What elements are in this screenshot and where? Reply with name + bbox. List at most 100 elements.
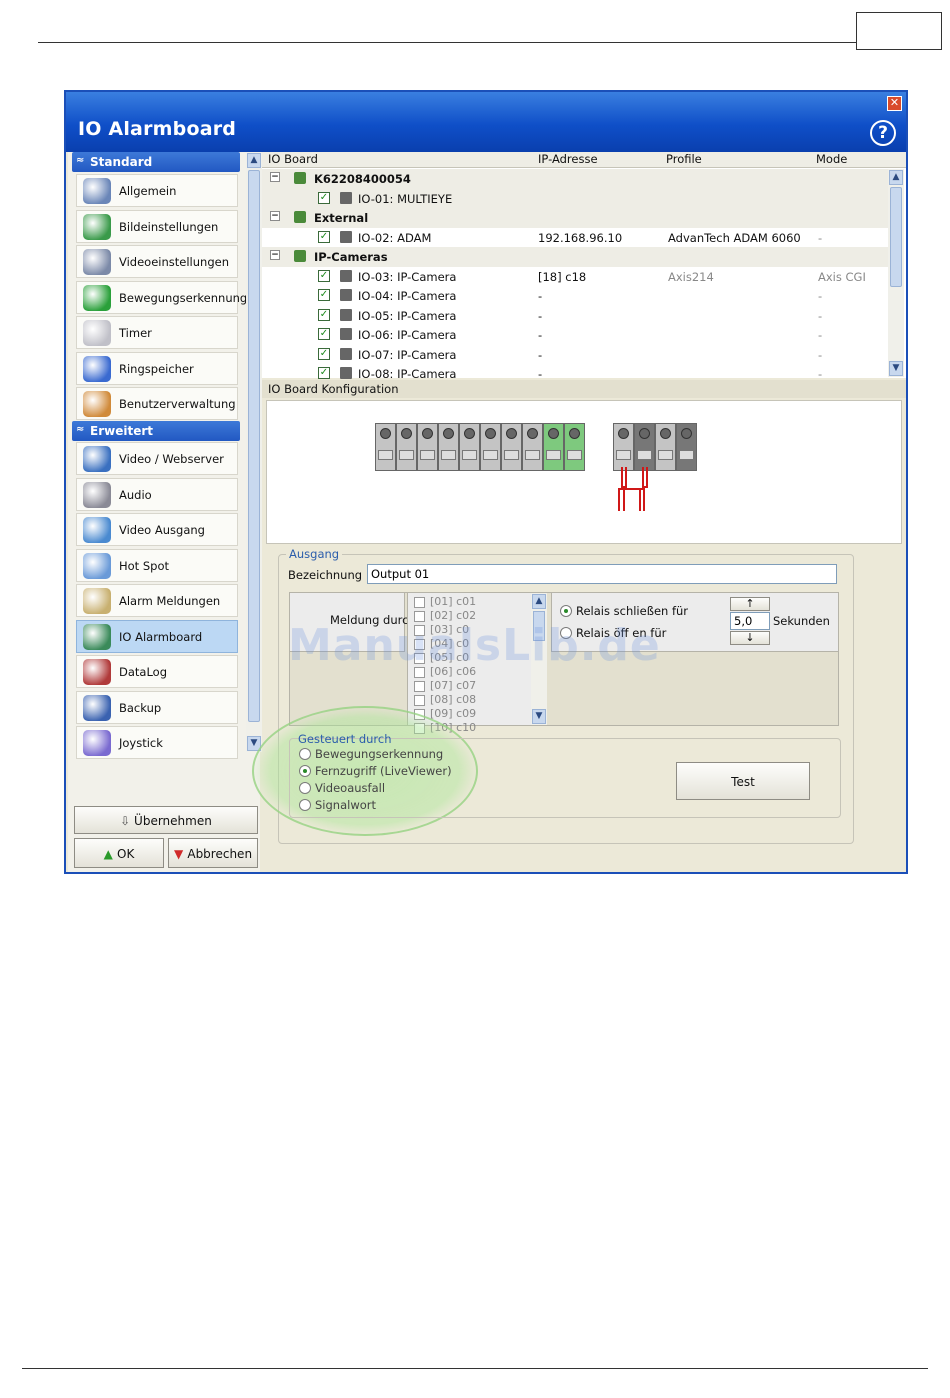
tree-item-row[interactable]: ✓ IO-01: MULTIEYE [262,188,888,208]
sidebar-item[interactable]: Benutzerverwaltung [76,387,238,420]
sidebar-item[interactable]: Timer [76,316,238,349]
title-bar: IO Alarmboard ✕ ? [66,92,906,152]
collapse-icon[interactable]: − [270,211,280,221]
controlled-by-radio[interactable] [299,765,311,777]
scroll-up-arrow-icon[interactable]: ▲ [532,594,546,609]
column-header-io-board[interactable]: IO Board [262,152,532,168]
camera-checkbox[interactable] [414,694,425,706]
column-header-mode[interactable]: Mode [810,152,906,168]
enabled-checkbox[interactable]: ✓ [318,269,330,282]
section-header-erweitert[interactable]: ≈ Erweitert [72,421,240,441]
tree-scrollbar[interactable]: ▲ ▼ [888,169,904,377]
network-icon [83,552,111,579]
section-label: Standard [90,155,153,169]
sidebar-item[interactable]: Bewegungserkennung [76,280,247,314]
test-button[interactable]: Test [676,762,810,800]
io-icon [340,328,352,340]
sidebar-item[interactable]: Alarm Meldungen [76,584,238,617]
scroll-thumb[interactable] [890,187,902,287]
tree-item-row[interactable]: ✓ IO-03: IP-Camera [18] c18 Axis214 Axis CGI [262,267,888,287]
tree-group-row[interactable]: − External [262,208,888,228]
sidebar-item[interactable]: Allgemein [76,174,238,207]
terminal-slot [462,450,477,460]
globe-icon [83,446,111,472]
controlled-by-radio[interactable] [299,748,311,760]
enabled-checkbox[interactable]: ✓ [318,308,330,321]
column-header-ip-address[interactable]: IP-Adresse [532,152,660,168]
sidebar-scrollbar[interactable]: ▲ ▼ [246,152,262,752]
camera-list-item[interactable]: [08] c08 [414,693,476,706]
camera-checkbox[interactable] [414,680,425,692]
terminal-slot [546,450,561,460]
terminal-block [375,423,396,471]
scroll-up-arrow-icon[interactable]: ▲ [889,170,903,185]
scroll-thumb[interactable] [248,170,260,722]
ok-button[interactable]: ▲ OK [74,838,164,868]
io-icon [340,191,352,204]
screw-icon [401,428,412,439]
camera-list-item[interactable]: [01] c01 [414,595,476,608]
tree-item-row[interactable]: ✓ IO-05: IP-Camera - - [262,306,888,326]
board-icon [294,250,306,262]
enabled-checkbox[interactable]: ✓ [318,347,330,360]
tree-item-row[interactable]: ✓ IO-06: IP-Camera - - [262,325,888,345]
terminal-block [655,423,676,471]
tree-name: K62208400054 [314,172,411,186]
sidebar-item[interactable]: Backup [76,690,238,724]
sidebar-item[interactable]: Joystick [76,726,238,759]
close-button[interactable]: ✕ [887,96,902,111]
enabled-checkbox[interactable]: ✓ [318,191,330,204]
terminal-block [543,423,564,471]
scroll-down-arrow-icon[interactable]: ▼ [532,709,546,724]
tree-group-row[interactable]: − K62208400054 [262,169,888,189]
screw-icon [618,428,629,439]
column-header-profile[interactable]: Profile [660,152,810,168]
enabled-checkbox[interactable]: ✓ [318,328,330,340]
sidebar-item[interactable]: Bildeinstellungen [76,209,238,243]
profile-cell: AdvanTech ADAM 6060 [668,230,801,245]
sidebar-item-label: Bewegungserkennung [119,290,248,305]
camera-list-item[interactable]: [07] c07 [414,679,476,692]
mode-cell: - [818,289,823,303]
help-icon[interactable]: ? [870,120,896,146]
sidebar-item[interactable]: Hot Spot [76,548,238,582]
sidebar-item[interactable]: Videoeinstellungen [76,245,238,278]
scroll-down-arrow-icon[interactable]: ▼ [889,361,903,376]
tree-name: IP-Cameras [314,250,388,264]
tree-name: IO-04: IP-Camera [358,289,457,303]
enabled-checkbox[interactable]: ✓ [318,230,330,243]
tree-item-row[interactable]: ✓ IO-02: ADAM 192.168.96.10 AdvanTech ADAM … [262,228,888,248]
seconds-input[interactable] [730,612,770,630]
io-icon [340,347,352,360]
scroll-up-arrow-icon[interactable]: ▲ [247,153,261,168]
enabled-checkbox[interactable]: ✓ [318,367,330,379]
seconds-up-button[interactable]: ↑ [730,597,770,611]
tree-group-row[interactable]: − IP-Cameras [262,247,888,267]
sidebar-item[interactable]: Audio [76,477,238,511]
collapse-icon[interactable]: − [270,250,280,260]
screw-icon [681,428,692,439]
tree-item-row[interactable]: ✓ IO-04: IP-Camera - - [262,286,888,306]
name-input[interactable] [367,564,837,584]
cancel-button[interactable]: ▼ Abbrechen [168,838,258,868]
controlled-by-radio[interactable] [299,799,311,811]
camera-checkbox[interactable] [414,596,425,608]
sidebar-item[interactable]: DataLog [76,655,238,688]
sidebar-item[interactable]: Video Ausgang [76,513,238,546]
sidebar-item[interactable]: IO Alarmboard [76,619,238,653]
relay-close-radio[interactable] [560,605,572,617]
ip-cell: - [538,367,543,381]
sidebar-item[interactable]: Video / Webserver [76,442,238,475]
cancel-arrow-icon: ▼ [173,847,188,861]
sidebar-item[interactable]: Ringspeicher [76,351,238,385]
enabled-checkbox[interactable]: ✓ [318,289,330,301]
seconds-down-button[interactable]: ↓ [730,631,770,645]
controlled-by-radio[interactable] [299,782,311,794]
screw-icon [527,428,538,439]
apply-button[interactable]: ⇩ Übernehmen [74,806,258,834]
config-header: IO Board Konfiguration [262,380,906,398]
tree-item-row[interactable]: ✓ IO-07: IP-Camera - - [262,345,888,365]
io-icon [340,230,352,243]
section-header-standard[interactable]: ≈ Standard [72,152,240,172]
collapse-icon[interactable]: − [270,172,280,182]
